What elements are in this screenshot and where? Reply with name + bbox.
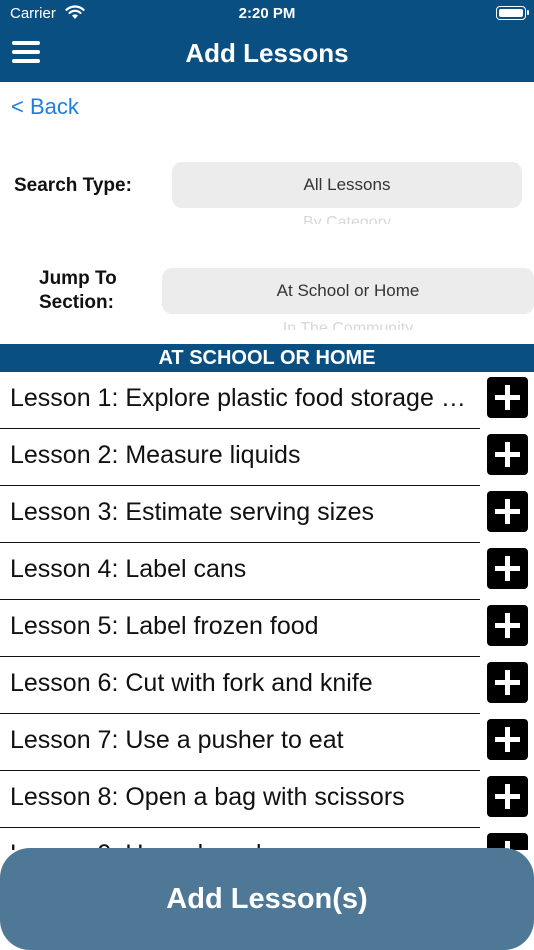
jump-to-next-option: In The Community xyxy=(282,320,414,330)
add-lesson-plus-icon[interactable] xyxy=(487,776,528,817)
search-type-picker[interactable]: All Lessons xyxy=(172,162,522,208)
jump-to-label: Jump To Section: xyxy=(39,267,117,315)
jump-to-label-line2: Section: xyxy=(39,292,114,313)
status-bar: Carrier 2:20 PM xyxy=(0,0,534,28)
lesson-title: Lesson 8: Open a bag with scissors xyxy=(10,783,405,811)
add-lesson-plus-icon[interactable] xyxy=(487,605,528,646)
list-item[interactable]: Lesson 6: Cut with fork and knife xyxy=(0,657,534,714)
add-lesson-plus-icon[interactable] xyxy=(487,491,528,532)
battery-icon xyxy=(496,6,529,20)
search-type-next-option: By Category xyxy=(302,214,392,224)
list-item[interactable]: Lesson 4: Label cans xyxy=(0,543,534,600)
add-lesson-plus-icon[interactable] xyxy=(487,719,528,760)
page-title: Add Lessons xyxy=(185,38,349,68)
lesson-title: Lesson 1: Explore plastic food storage c… xyxy=(10,384,478,412)
navigation-bar: Carrier 2:20 PM Add Lessons xyxy=(0,0,534,82)
lesson-title: Lesson 7: Use a pusher to eat xyxy=(10,726,344,754)
add-lessons-button[interactable]: Add Lesson(s) xyxy=(0,848,534,950)
back-button[interactable]: < Back xyxy=(11,94,79,120)
list-item[interactable]: Lesson 8: Open a bag with scissors xyxy=(0,771,534,828)
list-item[interactable]: Lesson 2: Measure liquids xyxy=(0,429,534,486)
jump-to-section-picker[interactable]: At School or Home xyxy=(162,268,534,314)
section-header: AT SCHOOL OR HOME xyxy=(0,344,534,372)
add-lesson-plus-icon[interactable] xyxy=(487,662,528,703)
lesson-title: Lesson 6: Cut with fork and knife xyxy=(10,669,373,697)
search-type-label: Search Type: xyxy=(14,175,132,196)
list-item[interactable]: Lesson 5: Label frozen food xyxy=(0,600,534,657)
lesson-title: Lesson 4: Label cans xyxy=(10,555,247,583)
lesson-title: Lesson 5: Label frozen food xyxy=(10,612,319,640)
list-item[interactable]: Lesson 3: Estimate serving sizes xyxy=(0,486,534,543)
add-lesson-plus-icon[interactable] xyxy=(487,434,528,475)
list-item[interactable]: Lesson 1: Explore plastic food storage c… xyxy=(0,372,534,429)
add-lesson-plus-icon[interactable] xyxy=(487,377,528,418)
lesson-title: Lesson 3: Estimate serving sizes xyxy=(10,498,375,526)
lesson-title: Lesson 2: Measure liquids xyxy=(10,441,301,469)
clock: 2:20 PM xyxy=(238,5,296,22)
jump-to-label-line1: Jump To xyxy=(39,268,117,289)
lesson-list[interactable]: Lesson 1: Explore plastic food storage c… xyxy=(0,372,534,850)
list-item[interactable]: Lesson 9: Use a bread server spoon xyxy=(0,828,534,850)
add-lesson-plus-icon[interactable] xyxy=(487,548,528,589)
list-item[interactable]: Lesson 7: Use a pusher to eat xyxy=(0,714,534,771)
